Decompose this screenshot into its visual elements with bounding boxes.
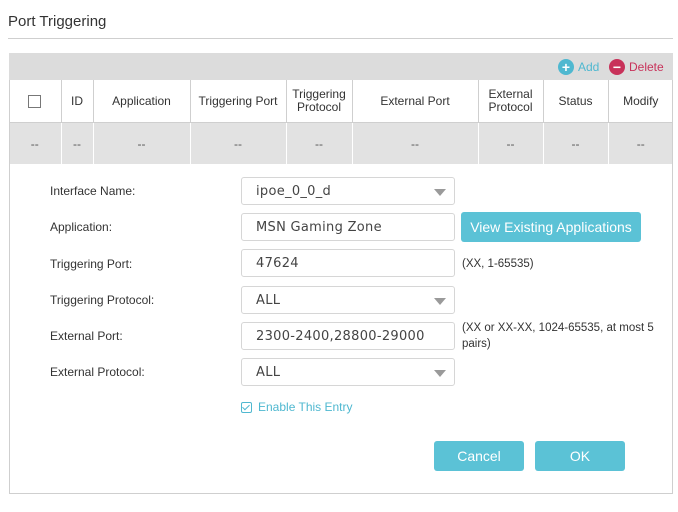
external-protocol-select[interactable]: ALL [241, 358, 455, 386]
interface-name-select[interactable]: ipoe_0_0_d [241, 177, 455, 205]
cancel-button[interactable]: Cancel [434, 441, 524, 471]
application-label: Application: [50, 220, 113, 234]
column-header: Triggering Protocol [285, 80, 352, 123]
external-port-value: 2300-2400,28800-29000 [256, 328, 425, 344]
delete-button[interactable]: − Delete [609, 53, 664, 80]
external-port-label: External Port: [50, 329, 123, 343]
triggering-port-label: Triggering Port: [50, 257, 133, 271]
triggering-port-value: 47624 [256, 255, 299, 271]
table-cell: -- [607, 122, 673, 165]
interface-name-value: ipoe_0_0_d [256, 183, 332, 199]
delete-label: Delete [629, 59, 664, 74]
enable-entry-checkbox[interactable]: Enable This Entry [241, 400, 353, 414]
application-value: MSN Gaming Zone [256, 219, 382, 235]
external-protocol-label: External Protocol: [50, 365, 145, 379]
triggering-protocol-value: ALL [256, 292, 281, 308]
external-port-input[interactable]: 2300-2400,28800-29000 [241, 322, 455, 350]
table-header-row: ID Application Triggering Port Triggerin… [9, 80, 673, 123]
table-cell: -- [351, 122, 478, 165]
external-port-hint: (XX or XX-XX, 1024-65535, at most 5 pair… [462, 322, 654, 350]
chevron-down-icon [434, 370, 446, 377]
select-all-checkbox[interactable] [28, 94, 42, 108]
column-header: Modify [607, 80, 673, 123]
column-header: External Protocol [477, 80, 543, 123]
port-triggering-table: ID Application Triggering Port Triggerin… [9, 80, 673, 165]
minus-circle-icon: − [609, 58, 625, 75]
column-header: ID [60, 80, 93, 123]
triggering-protocol-label: Triggering Protocol: [50, 293, 155, 307]
table-cell: -- [9, 122, 61, 165]
table-cell: -- [92, 122, 190, 165]
add-button[interactable]: + Add [558, 53, 599, 80]
plus-circle-icon: + [558, 58, 574, 75]
table-cell: -- [189, 122, 286, 165]
select-all-header [9, 80, 61, 123]
triggering-port-input[interactable]: 47624 [241, 249, 455, 277]
table-toolbar: + Add − Delete [9, 53, 673, 80]
table-cell: -- [542, 122, 608, 165]
chevron-down-icon [434, 189, 446, 196]
table-cell: -- [477, 122, 543, 165]
table-cell: -- [60, 122, 93, 165]
column-header: Status [542, 80, 608, 123]
column-header: Application [92, 80, 190, 123]
view-existing-applications-button[interactable]: View Existing Applications [461, 212, 641, 242]
enable-entry-label: Enable This Entry [258, 400, 353, 414]
chevron-down-icon [434, 298, 446, 305]
checkbox-checked-icon [241, 401, 252, 413]
column-header: Triggering Port [189, 80, 286, 123]
application-input[interactable]: MSN Gaming Zone [241, 213, 455, 241]
interface-name-label: Interface Name: [50, 184, 136, 198]
table-cell: -- [285, 122, 352, 165]
add-label: Add [578, 59, 600, 74]
column-header: External Port [351, 80, 478, 123]
triggering-protocol-select[interactable]: ALL [241, 286, 455, 314]
ok-button[interactable]: OK [535, 441, 625, 471]
external-protocol-value: ALL [256, 364, 281, 380]
title-divider [8, 38, 673, 39]
page-title: Port Triggering [8, 13, 107, 30]
table-row[interactable]: -- -- -- -- -- -- -- -- -- [9, 122, 673, 165]
triggering-port-hint: (XX, 1-65535) [462, 258, 534, 270]
